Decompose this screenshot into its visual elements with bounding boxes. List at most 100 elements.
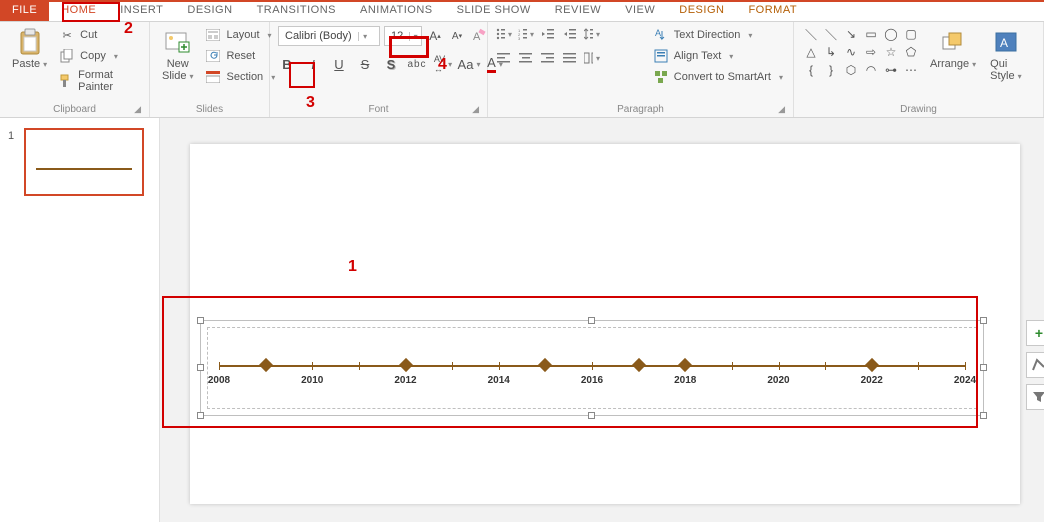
shape-pentagon-icon[interactable]: ⬠ <box>902 44 920 60</box>
resize-handle[interactable] <box>980 317 987 324</box>
increase-indent-button[interactable] <box>562 26 578 42</box>
quick-styles-icon: A <box>992 28 1020 56</box>
timeline-tick <box>732 362 733 370</box>
reset-button[interactable]: Reset <box>203 47 277 65</box>
shape-rect-icon[interactable]: ▭ <box>862 26 880 42</box>
tab-slideshow[interactable]: SLIDE SHOW <box>445 2 543 21</box>
shape-more-icon[interactable]: ⋯ <box>902 62 920 78</box>
align-center-button[interactable] <box>518 50 534 66</box>
chevron-down-icon: ▾ <box>358 32 372 41</box>
align-right-button[interactable] <box>540 50 556 66</box>
columns-button[interactable] <box>584 50 600 66</box>
shape-line3-icon[interactable]: ↘ <box>842 26 860 42</box>
cut-button[interactable]: ✂ Cut <box>57 26 141 44</box>
shape-arrow-icon[interactable]: ⇨ <box>862 44 880 60</box>
grow-font-button[interactable]: A▴ <box>426 26 444 46</box>
chart-side-tools: + <box>1026 320 1044 410</box>
bold-button[interactable]: B <box>278 54 296 74</box>
layout-icon <box>205 27 221 43</box>
char-spacing-button[interactable]: abc <box>408 54 426 74</box>
shape-line-icon[interactable]: ＼ <box>802 26 820 42</box>
scissors-icon: ✂ <box>59 27 75 43</box>
numbering-button[interactable]: 123 <box>518 26 534 42</box>
resize-handle[interactable] <box>588 317 595 324</box>
slide-thumbnails-pane[interactable]: 1 <box>0 118 160 522</box>
tab-design[interactable]: DESIGN <box>175 2 244 21</box>
group-slides: New Slide Layout Reset <box>150 22 270 117</box>
shapes-gallery[interactable]: ＼ ＼ ↘ ▭ ◯ ▢ △ ↳ ∿ ⇨ ☆ ⬠ { } ⬡ ◠ ⊶ ⋯ <box>802 26 920 78</box>
convert-smartart-button[interactable]: Convert to SmartArt <box>651 68 785 86</box>
chart-filters-button[interactable] <box>1026 384 1044 410</box>
align-left-button[interactable] <box>496 50 512 66</box>
text-direction-button[interactable]: A Text Direction <box>651 26 785 44</box>
timeline-tick <box>592 362 593 370</box>
paste-button[interactable]: Paste <box>8 26 51 72</box>
tab-view[interactable]: VIEW <box>613 2 667 21</box>
underline-button[interactable]: U <box>330 54 348 74</box>
slide-canvas[interactable]: 200820102012201420162018202020222024 + <box>190 144 1020 504</box>
tab-review[interactable]: REVIEW <box>543 2 613 21</box>
char-spacing-dd[interactable]: AV↔ <box>434 54 452 74</box>
group-clipboard: Paste ✂ Cut Copy Format Painter <box>0 22 150 117</box>
tab-chart-format[interactable]: FORMAT <box>736 2 809 21</box>
align-text-button[interactable]: Align Text <box>651 47 785 65</box>
shape-curve-icon[interactable]: ∿ <box>842 44 860 60</box>
layout-button[interactable]: Layout <box>203 26 277 44</box>
clipboard-launcher[interactable]: ◢ <box>134 104 141 115</box>
bullets-button[interactable] <box>496 26 512 42</box>
tab-chart-design[interactable]: DESIGN <box>667 2 736 21</box>
clear-formatting-button[interactable]: A <box>470 26 488 46</box>
shape-brace2-icon[interactable]: } <box>822 62 840 78</box>
tab-transitions[interactable]: TRANSITIONS <box>245 2 348 21</box>
change-case-button[interactable]: Aa <box>460 54 478 74</box>
resize-handle[interactable] <box>980 364 987 371</box>
timeline-chart-object[interactable]: 200820102012201420162018202020222024 <box>200 320 984 416</box>
slide-thumbnail-1[interactable] <box>24 128 144 196</box>
new-slide-button[interactable]: New Slide <box>158 26 197 84</box>
tab-home[interactable]: HOME <box>49 2 108 21</box>
tab-insert[interactable]: INSERT <box>108 2 175 21</box>
font-size-combo[interactable]: 12 ▾ <box>384 26 422 46</box>
section-button[interactable]: Section <box>203 68 277 86</box>
shape-star-icon[interactable]: ☆ <box>882 44 900 60</box>
new-slide-icon <box>164 28 192 56</box>
text-shadow-button[interactable]: S <box>382 54 400 74</box>
strikethrough-button[interactable]: S <box>356 54 374 74</box>
mini-timeline-icon <box>36 168 132 170</box>
shape-connector-icon[interactable]: ⊶ <box>882 62 900 78</box>
paragraph-launcher[interactable]: ◢ <box>778 104 785 115</box>
tab-animations[interactable]: ANIMATIONS <box>348 2 445 21</box>
arrange-button[interactable]: Arrange <box>926 26 980 72</box>
shape-callout-icon[interactable]: ⬡ <box>842 62 860 78</box>
justify-button[interactable] <box>562 50 578 66</box>
paintbrush-icon <box>59 73 73 89</box>
shrink-font-button[interactable]: A▾ <box>448 26 466 46</box>
decrease-indent-button[interactable] <box>540 26 556 42</box>
quick-styles-button[interactable]: A Qui Style <box>986 26 1025 84</box>
shape-roundrect-icon[interactable]: ▢ <box>902 26 920 42</box>
resize-handle[interactable] <box>588 412 595 419</box>
resize-handle[interactable] <box>197 364 204 371</box>
group-clipboard-label: Clipboard ◢ <box>8 102 141 115</box>
italic-button[interactable]: I <box>304 54 322 74</box>
group-drawing-label: Drawing <box>802 102 1035 115</box>
tab-file[interactable]: FILE <box>0 2 49 21</box>
resize-handle[interactable] <box>197 412 204 419</box>
resize-handle[interactable] <box>980 412 987 419</box>
chart-styles-button[interactable] <box>1026 352 1044 378</box>
chart-elements-button[interactable]: + <box>1026 320 1044 346</box>
resize-handle[interactable] <box>197 317 204 324</box>
font-launcher[interactable]: ◢ <box>472 104 479 115</box>
shape-arc-icon[interactable]: ◠ <box>862 62 880 78</box>
chevron-down-icon: ▾ <box>409 32 421 41</box>
copy-button[interactable]: Copy <box>57 47 141 65</box>
line-spacing-button[interactable] <box>584 26 600 42</box>
shape-elbow-icon[interactable]: ↳ <box>822 44 840 60</box>
font-name-combo[interactable]: Calibri (Body) ▾ <box>278 26 380 46</box>
shape-brace-icon[interactable]: { <box>802 62 820 78</box>
shape-oval-icon[interactable]: ◯ <box>882 26 900 42</box>
shape-line2-icon[interactable]: ＼ <box>822 26 840 42</box>
timeline-tick <box>965 362 966 370</box>
shape-triangle-icon[interactable]: △ <box>802 44 820 60</box>
format-painter-button[interactable]: Format Painter <box>57 68 141 94</box>
